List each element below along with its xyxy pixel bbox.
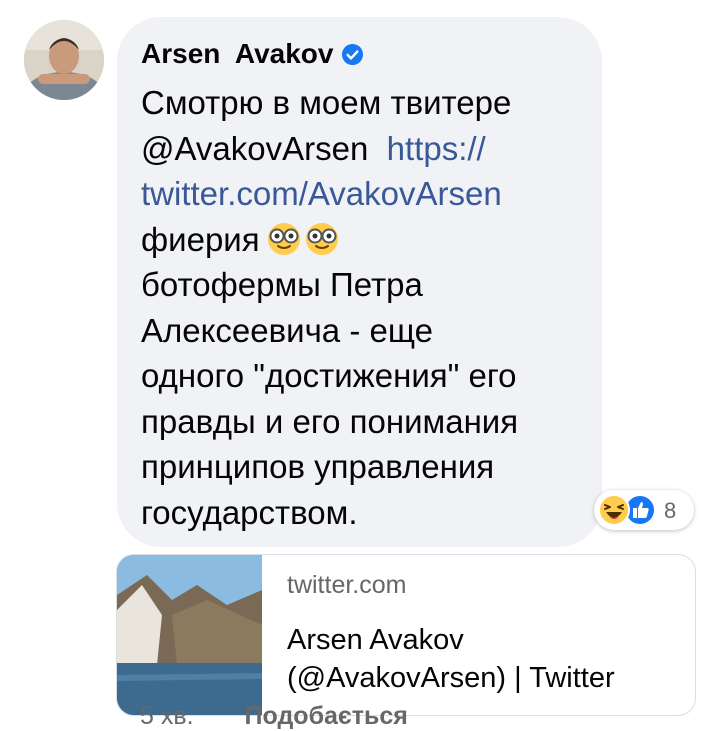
comment-timestamp[interactable]: 5 хв. xyxy=(140,702,194,731)
link-preview-title-line: (@AvakovArsen) | Twitter xyxy=(287,662,615,694)
comment-line-text: фиерия xyxy=(141,220,260,258)
mention-text: @AvakovArsen xyxy=(141,129,369,167)
author-name[interactable]: Arsen Avakov xyxy=(141,38,333,70)
comment-link-part2[interactable]: twitter.com/AvakovArsen xyxy=(141,171,591,217)
link-preview-image xyxy=(117,555,262,715)
link-preview-title[interactable]: Arsen Avakov (@AvakovArsen) | Twitter xyxy=(287,621,687,697)
link-preview-card[interactable]: twitter.com Arsen Avakov (@AvakovArsen) … xyxy=(116,554,696,716)
author-avatar[interactable] xyxy=(24,20,104,100)
comment-line: принципов управления xyxy=(141,448,495,485)
comment-line: правды и его понимания xyxy=(141,402,519,440)
comment-line: государством. xyxy=(141,493,358,531)
link-preview-domain: twitter.com xyxy=(287,571,407,599)
link-preview-title-line: Arsen Avakov xyxy=(287,624,464,656)
comment-line: фиерия xyxy=(141,217,591,263)
comment-line: ботофермы Петра xyxy=(141,266,423,303)
comment-link-part1[interactable]: https:// xyxy=(387,130,486,167)
comment-body: Смотрю в моем твитере @AvakovArsen https… xyxy=(141,80,591,535)
verified-badge-icon xyxy=(342,43,364,65)
comment-author[interactable]: Arsen Avakov xyxy=(141,36,364,72)
comment-line: Алексеевича - еще xyxy=(141,311,433,349)
comment-line: Смотрю в моем твитере xyxy=(141,84,512,121)
haha-reaction-icon xyxy=(598,494,630,526)
reactions-summary[interactable]: 8 xyxy=(594,490,694,530)
comment-line: @AvakovArsen https:// xyxy=(141,126,591,172)
nerd-face-emoji-icon xyxy=(305,222,338,255)
comment-meta: 5 хв. Подобається xyxy=(140,702,408,731)
comment-line: одного "достижения" его xyxy=(141,357,517,394)
nerd-face-emoji-icon xyxy=(267,222,300,255)
like-button[interactable]: Подобається xyxy=(245,702,408,731)
reaction-count: 8 xyxy=(664,498,677,523)
